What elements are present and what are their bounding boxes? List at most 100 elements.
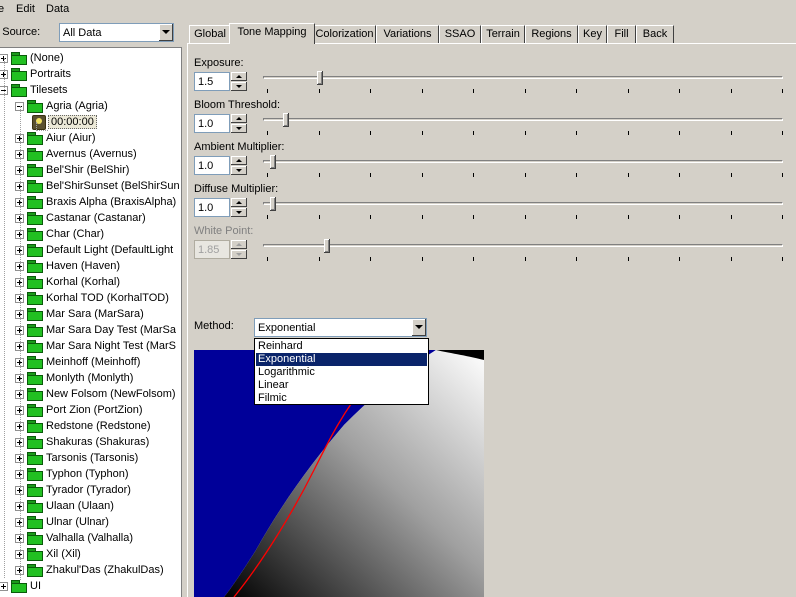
chevron-down-icon[interactable] [411, 319, 426, 336]
tree-item[interactable]: Bel'ShirSunset (BelShirSun [0, 178, 181, 194]
method-option-exponential[interactable]: Exponential [256, 353, 427, 366]
tree-item-label: Xil (Xil) [46, 548, 81, 560]
method-dropdown-list[interactable]: Reinhard Exponential Logarithmic Linear Film… [254, 338, 429, 405]
folder-icon [27, 356, 43, 369]
tree-item[interactable]: Korhal TOD (KorhalTOD) [0, 290, 181, 306]
spin-up-icon[interactable] [231, 156, 247, 165]
tree-item[interactable]: Ulaan (Ulaan) [0, 498, 181, 514]
spin-down-icon[interactable] [231, 82, 247, 91]
spin-down-icon[interactable] [231, 124, 247, 133]
method-option-logarithmic[interactable]: Logarithmic [256, 366, 427, 379]
tree-item[interactable]: Aiur (Aiur) [0, 130, 181, 146]
data-source-select[interactable]: All Data [59, 23, 174, 42]
param-value: 1.85 [198, 244, 220, 256]
tree-item-label: Tarsonis (Tarsonis) [46, 452, 139, 464]
tree-item[interactable]: Mar Sara Night Test (MarS [0, 338, 181, 354]
tree-item[interactable]: Tarsonis (Tarsonis) [0, 450, 181, 466]
folder-icon [27, 548, 43, 561]
spin-down-icon[interactable] [231, 208, 247, 217]
spin-down-icon[interactable] [231, 166, 247, 175]
tree-item-label: Korhal TOD (KorhalTOD) [46, 292, 169, 304]
param-value-input[interactable]: 1.5 [194, 72, 230, 91]
tree-item[interactable]: UI [0, 578, 181, 594]
tree-line [36, 130, 48, 131]
tree-item[interactable]: Typhon (Typhon) [0, 466, 181, 482]
folder-icon [27, 340, 43, 353]
tab-terrain[interactable]: Terrain [481, 25, 525, 43]
tree-item[interactable]: Ulnar (Ulnar) [0, 514, 181, 530]
folder-icon [27, 404, 43, 417]
method-option-reinhard[interactable]: Reinhard [256, 340, 427, 353]
param-spinner[interactable]: 1.5 [194, 72, 253, 91]
tab-global[interactable]: Global [189, 25, 231, 43]
splitter-handle[interactable] [183, 18, 186, 597]
param-slider-track[interactable] [263, 118, 783, 121]
tree-item[interactable]: Char (Char) [0, 226, 181, 242]
tree-item[interactable]: Korhal (Korhal) [0, 274, 181, 290]
tree-item[interactable]: Bel'Shir (BelShir) [0, 162, 181, 178]
tree-item[interactable]: Tyrador (Tyrador) [0, 482, 181, 498]
param-value-input[interactable]: 1.0 [194, 114, 230, 133]
tree-item[interactable]: Meinhoff (Meinhoff) [0, 354, 181, 370]
chevron-down-icon[interactable] [158, 24, 173, 41]
param-slider-track[interactable] [263, 160, 783, 163]
menu-edit[interactable]: Edit [16, 3, 35, 15]
tree-item[interactable]: Shakuras (Shakuras) [0, 434, 181, 450]
param-slider-track[interactable] [263, 76, 783, 79]
tileset-tree[interactable]: (None) Portraits Tilesets Agria (Agria) 00:0… [0, 47, 182, 597]
tree-item[interactable]: Monlyth (Monlyth) [0, 370, 181, 386]
tree-item[interactable]: Castanar (Castanar) [0, 210, 181, 226]
tree-item[interactable]: Xil (Xil) [0, 546, 181, 562]
tree-item-label: Port Zion (PortZion) [46, 404, 143, 416]
tab-fill[interactable]: Fill [607, 25, 636, 43]
param-label: Ambient Multiplier: [194, 141, 285, 153]
tree-item-label: Tilesets [30, 84, 68, 96]
tree-item[interactable]: Zhakul'Das (ZhakulDas) [0, 562, 181, 578]
tree-item[interactable]: (None) [0, 50, 181, 66]
slider-thumb [324, 239, 331, 253]
slider-thumb[interactable] [270, 155, 277, 169]
param-spinner[interactable]: 1.0 [194, 156, 253, 175]
expand-icon[interactable] [0, 582, 8, 591]
menu-data[interactable]: Data [46, 3, 69, 15]
param-spinner[interactable]: 1.0 [194, 114, 253, 133]
tree-item[interactable]: Avernus (Avernus) [0, 146, 181, 162]
tab-regions[interactable]: Regions [525, 25, 578, 43]
tree-item-selected[interactable]: 00:00:00 [0, 114, 181, 130]
spin-up-icon[interactable] [231, 114, 247, 123]
tab-back[interactable]: Back [636, 25, 674, 43]
param-value-input[interactable]: 1.0 [194, 198, 230, 217]
tree-item[interactable]: Agria (Agria) [0, 98, 181, 114]
tree-item[interactable]: New Folsom (NewFolsom) [0, 386, 181, 402]
slider-thumb[interactable] [270, 197, 277, 211]
tree-item[interactable]: Port Zion (PortZion) [0, 402, 181, 418]
slider-ticks [267, 215, 783, 219]
tree-item[interactable]: Valhalla (Valhalla) [0, 530, 181, 546]
method-option-filmic[interactable]: Filmic [256, 392, 427, 405]
param-value-input[interactable]: 1.0 [194, 156, 230, 175]
tree-item[interactable]: Portraits [0, 66, 181, 82]
tree-item-label: Braxis Alpha (BraxisAlpha) [46, 196, 177, 208]
tree-item[interactable]: Braxis Alpha (BraxisAlpha) [0, 194, 181, 210]
tree-item[interactable]: Mar Sara Day Test (MarSa [0, 322, 181, 338]
slider-thumb[interactable] [283, 113, 290, 127]
slider-thumb[interactable] [316, 71, 323, 85]
method-option-linear[interactable]: Linear [256, 379, 427, 392]
tree-item-label: UI [30, 580, 41, 592]
tab-tone-mapping[interactable]: Tone Mapping [229, 23, 315, 44]
tab-key[interactable]: Key [578, 25, 607, 43]
tree-item[interactable]: Haven (Haven) [0, 258, 181, 274]
tree-item[interactable]: Tilesets [0, 82, 181, 98]
spin-up-icon[interactable] [231, 72, 247, 81]
param-slider-track[interactable] [263, 202, 783, 205]
param-spinner[interactable]: 1.0 [194, 198, 253, 217]
menu-file[interactable]: e [0, 3, 4, 15]
tab-colorization[interactable]: Colorization [313, 25, 376, 43]
tree-item[interactable]: Redstone (Redstone) [0, 418, 181, 434]
tab-variations[interactable]: Variations [376, 25, 439, 43]
tree-item[interactable]: Default Light (DefaultLight [0, 242, 181, 258]
tree-item[interactable]: Mar Sara (MarSara) [0, 306, 181, 322]
spin-up-icon[interactable] [231, 198, 247, 207]
method-select[interactable]: Exponential [254, 318, 427, 337]
tab-ssao[interactable]: SSAO [439, 25, 481, 43]
